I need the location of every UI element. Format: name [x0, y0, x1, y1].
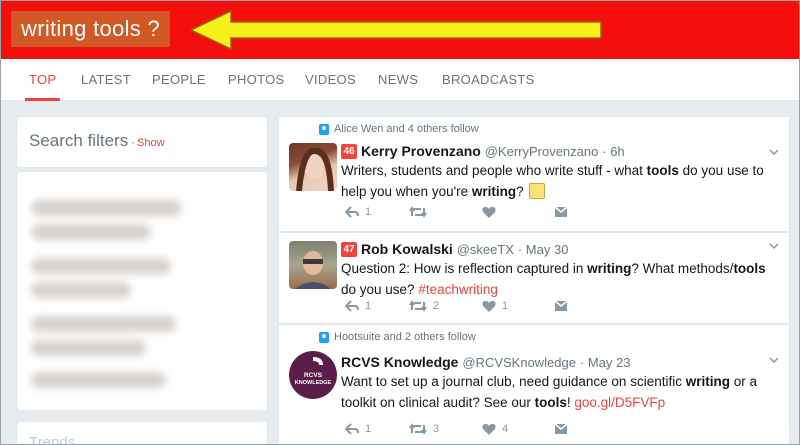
tab-broadcasts[interactable]: BROADCASTS [442, 59, 535, 101]
avatar[interactable]: RCVS KNOWLEDGE [289, 351, 337, 399]
heart-icon [482, 301, 496, 312]
memo-emoji-icon [529, 183, 546, 199]
dm-button[interactable] [554, 300, 574, 312]
dm-button[interactable] [554, 206, 574, 218]
chevron-down-icon[interactable] [769, 241, 779, 251]
follow-context-icon [319, 332, 329, 343]
tweet-time[interactable]: · May 23 [580, 355, 631, 370]
tweet-url-link[interactable]: goo.gl/D5FVFp [574, 395, 665, 410]
tab-news[interactable]: NEWS [378, 59, 418, 101]
avatar-face-icon [296, 148, 334, 191]
author-handle: @RCVSKnowledge [462, 355, 577, 370]
retweet-icon [409, 300, 427, 312]
envelope-icon [554, 423, 568, 434]
search-query-text: writing tools ? [21, 16, 161, 41]
tweet-author[interactable]: RCVS Knowledge @RCVSKnowledge · May 23 [341, 354, 630, 370]
dm-button[interactable] [554, 423, 574, 435]
tweet-text: Writers, students and people who write s… [341, 163, 764, 199]
retweet-icon [409, 206, 427, 218]
avatar-face-icon [295, 251, 331, 289]
reply-icon [345, 423, 359, 435]
tweet-author[interactable]: Kerry Provenzano @KerryProvenzano · 6h [361, 143, 625, 159]
tab-people[interactable]: PEOPLE [152, 59, 206, 101]
tweet-text: Question 2: How is reflection captured i… [341, 261, 766, 297]
chevron-down-icon[interactable] [769, 147, 779, 157]
tweet-context: Alice Wen and 4 others follow [334, 123, 479, 135]
tab-photos[interactable]: PHOTOS [228, 59, 284, 101]
author-handle: @KerryProvenzano [484, 144, 599, 159]
tab-latest[interactable]: LATEST [81, 59, 131, 101]
reply-button[interactable]: 1 [345, 423, 371, 435]
tweet-time[interactable]: · 6h [602, 144, 624, 159]
tweet-actions: 1 [341, 206, 641, 222]
chevron-down-icon[interactable] [769, 355, 779, 365]
tweet-time[interactable]: · May 30 [518, 242, 569, 257]
heart-icon [482, 207, 496, 218]
search-filters-title: Search filters [29, 131, 129, 150]
tweet-actions: 1 3 4 [341, 423, 641, 439]
tweet-card[interactable]: Hootsuite and 2 others follow RCVS KNOWL… [278, 324, 790, 444]
reply-button[interactable]: 1 [345, 206, 371, 218]
retweet-button[interactable] [409, 206, 433, 218]
tweet-text: Want to set up a journal club, need guid… [341, 374, 757, 410]
author-handle: @skeeTX [456, 242, 514, 257]
reply-icon [345, 206, 359, 218]
reply-button[interactable]: 1 [345, 300, 371, 312]
tweet-context: Hootsuite and 2 others follow [334, 331, 476, 343]
tweet-author[interactable]: Rob Kowalski @skeeTX · May 30 [361, 241, 568, 257]
screenshot-frame: writing tools ? TOP LATEST PEOPLE PHOTOS… [0, 0, 800, 445]
rank-badge: 47 [341, 242, 357, 257]
tweet-card[interactable]: Alice Wen and 4 others follow 46 Kerry P… [278, 116, 790, 232]
tab-top[interactable]: TOP [24, 59, 61, 101]
like-button[interactable]: 4 [482, 423, 508, 435]
hashtag-link[interactable]: #teachwriting [418, 282, 498, 297]
search-tabs: TOP LATEST PEOPLE PHOTOS VIDEOS NEWS BRO… [1, 59, 799, 101]
tweet-actions: 1 2 1 [341, 300, 641, 316]
reply-icon [345, 300, 359, 312]
filters-separator: · [131, 135, 135, 149]
avatar[interactable] [289, 241, 337, 289]
blurred-panel [16, 171, 268, 411]
author-name: RCVS Knowledge [341, 354, 459, 370]
retweet-icon [409, 423, 427, 435]
author-name: Kerry Provenzano [361, 143, 481, 159]
rank-badge: 46 [341, 144, 357, 159]
author-name: Rob Kowalski [361, 241, 453, 257]
follow-context-icon [319, 124, 329, 135]
avatar[interactable] [289, 143, 337, 191]
svg-text:RCVS: RCVS [304, 372, 323, 379]
like-button[interactable] [482, 206, 502, 218]
heart-icon [482, 424, 496, 435]
like-button[interactable]: 1 [482, 300, 508, 312]
annotation-arrow-icon [191, 9, 602, 51]
search-header: writing tools ? [1, 1, 799, 59]
filters-show-link[interactable]: Show [137, 137, 165, 149]
retweet-button[interactable]: 2 [409, 300, 439, 312]
tab-videos[interactable]: VIDEOS [305, 59, 356, 101]
trends-panel: Trends [16, 421, 268, 445]
envelope-icon [554, 300, 568, 311]
search-filters-panel: Search filters · Show [16, 116, 268, 168]
envelope-icon [554, 206, 568, 217]
rcvs-logo-icon: RCVS KNOWLEDGE [295, 357, 332, 386]
svg-text:KNOWLEDGE: KNOWLEDGE [295, 380, 332, 386]
retweet-button[interactable]: 3 [409, 423, 439, 435]
tweet-card[interactable]: 47 Rob Kowalski @skeeTX · May 30 Questio… [278, 232, 790, 324]
trends-title: Trends [29, 434, 76, 445]
search-query-box[interactable]: writing tools ? [11, 11, 171, 47]
